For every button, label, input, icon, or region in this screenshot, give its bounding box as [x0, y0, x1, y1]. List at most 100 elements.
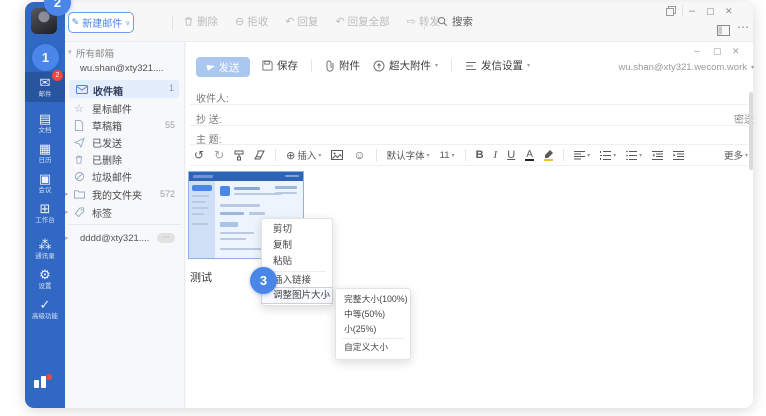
font-size-select[interactable]: 11 ▾ — [440, 150, 455, 161]
item-label: 已删除 — [92, 152, 122, 167]
reply-all-icon: ↶ — [335, 15, 344, 28]
minimize-button[interactable]: – — [689, 6, 695, 16]
reply-all-button[interactable]: ↶ 回复全部 — [335, 14, 389, 29]
screen: ✉ 邮件 ▤ 文档 ▦ 日历 ▣ 会议 ⊞ 工作台 ⁂ 通讯录 ⚙ 设置 ✓ 高 — [0, 0, 766, 416]
close-button[interactable]: ✕ — [725, 6, 733, 16]
expand-icon[interactable]: ▸ — [65, 190, 69, 198]
submenu-item-small[interactable]: 小(25%) — [336, 322, 410, 337]
clear-format-button[interactable] — [254, 150, 265, 160]
more-format-button[interactable]: 更多 ▾ — [724, 148, 748, 162]
save-button[interactable]: 保存 — [262, 58, 298, 73]
highlight-color-button[interactable] — [544, 150, 553, 161]
sidebar-account[interactable]: wu.shan@xty321.... — [80, 63, 164, 74]
reject-button[interactable]: ⊖ 拒收 — [235, 14, 268, 29]
send-settings-button[interactable]: 发信设置 ▾ — [465, 58, 530, 73]
send-settings-label: 发信设置 — [481, 58, 523, 73]
to-input[interactable] — [240, 86, 680, 102]
compose-toolbar-separator — [451, 59, 452, 72]
calendar-icon: ▦ — [25, 142, 65, 156]
submenu-item-custom-size[interactable]: 自定义大小 — [336, 340, 410, 355]
font-family-value: 默认字体 — [387, 148, 425, 162]
rail-item-contacts[interactable]: ⁂ 通讯录 — [25, 238, 65, 261]
sidebar-item-sent[interactable]: 已发送 — [69, 134, 179, 150]
rail-item-label: 工作台 — [25, 217, 65, 225]
font-color-letter: A — [526, 150, 533, 159]
indent-button[interactable] — [673, 151, 684, 160]
float-window-icon[interactable] — [666, 6, 676, 16]
reply-button[interactable]: ↶ 回复 — [285, 14, 318, 29]
chevron-down-icon: ▾ — [427, 152, 430, 159]
subject-input[interactable] — [240, 127, 720, 143]
more-menu-button[interactable]: ⋯ — [737, 22, 749, 32]
emoji-button[interactable]: ☺ — [353, 148, 365, 162]
rail-item-calendar[interactable]: ▦ 日历 — [25, 142, 65, 165]
rail-item-workbench[interactable]: ⊞ 工作台 — [25, 202, 65, 225]
sidebar-item-tags[interactable]: ▸ 标签 — [69, 204, 179, 220]
highlight-pen-icon — [544, 150, 553, 159]
sidebar-item-starred[interactable]: ☆ 星标邮件 — [69, 100, 179, 116]
rail-item-settings[interactable]: ⚙ 设置 — [25, 268, 65, 291]
expand-icon[interactable]: ▸ — [65, 208, 69, 216]
redo-button[interactable]: ↻ — [214, 148, 224, 162]
promo-icon[interactable] — [34, 374, 52, 388]
font-family-select[interactable]: 默认字体 ▾ — [387, 148, 430, 162]
compose-close-button[interactable]: ✕ — [732, 46, 740, 57]
expand-icon[interactable]: ▸ — [65, 234, 69, 242]
delete-button[interactable]: 删除 — [183, 14, 218, 29]
menu-item-cut[interactable]: 剪切 — [262, 222, 332, 238]
sidebar-item-inbox[interactable]: 收件箱 1 — [69, 80, 179, 98]
ordered-list-button[interactable]: ▾ — [600, 151, 616, 160]
font-color-button[interactable]: A — [525, 150, 534, 161]
mail-unread-badge: 2 — [52, 70, 63, 81]
layout-toggle-icon[interactable] — [717, 25, 730, 36]
rail-item-meeting[interactable]: ▣ 会议 — [25, 172, 65, 195]
font-size-value: 11 — [440, 150, 450, 161]
search-button[interactable]: 搜索 — [437, 14, 473, 29]
large-attachment-button[interactable]: 超大附件 ▾ — [373, 58, 438, 73]
secondary-account-badge: ⋯ — [157, 233, 175, 243]
chevron-down-icon: ▾ — [745, 152, 748, 159]
from-account-selector[interactable]: wu.shan@xty321.wecom.work ▾ — [619, 62, 754, 73]
outdent-button[interactable] — [652, 151, 663, 160]
undo-button[interactable]: ↺ — [194, 148, 204, 162]
bullet-list-button[interactable]: ▾ — [626, 151, 642, 160]
send-button[interactable]: 发送 — [196, 57, 250, 77]
font-color-bar — [525, 159, 534, 161]
sidebar-item-spam[interactable]: 垃圾邮件 — [69, 168, 179, 184]
compose-minimize-button[interactable]: – — [694, 46, 700, 57]
rail-item-features[interactable]: ✓ 高级功能 — [25, 298, 65, 321]
insert-menu-button[interactable]: ⊕ 插入 ▾ — [286, 148, 321, 162]
rail-item-label: 邮件 — [25, 91, 65, 99]
new-mail-button[interactable]: ✎ 新建邮件 ∨ — [68, 12, 134, 33]
insert-plus-icon: ⊕ — [286, 149, 295, 162]
bold-button[interactable]: B — [476, 149, 484, 161]
sidebar-item-my-folders[interactable]: ▸ 我的文件夹 572 — [69, 186, 179, 202]
sidebar-item-secondary-account[interactable]: ▸ dddd@xty321.... ⋯ — [69, 230, 179, 246]
menu-item-copy[interactable]: 复制 — [262, 238, 332, 254]
align-button[interactable]: ▾ — [574, 151, 590, 160]
compose-scrollbar[interactable] — [749, 92, 753, 170]
format-painter-button[interactable] — [234, 150, 244, 161]
rail-item-label: 设置 — [25, 283, 65, 291]
italic-button[interactable]: I — [494, 149, 498, 161]
compose-maximize-button[interactable]: ▢ — [713, 46, 722, 57]
sidebar-item-drafts[interactable]: 草稿箱 55 — [69, 117, 179, 133]
collapse-caret-icon[interactable]: ▾ — [68, 48, 72, 56]
underline-button[interactable]: U — [507, 149, 515, 161]
submenu-item-full-size[interactable]: 完整大小(100%) — [336, 292, 410, 307]
menu-divider — [268, 271, 326, 272]
send-label: 发送 — [219, 60, 240, 75]
submenu-item-medium[interactable]: 中等(50%) — [336, 307, 410, 322]
rail-item-docs[interactable]: ▤ 文档 — [25, 112, 65, 135]
attachment-button[interactable]: 附件 — [325, 58, 360, 73]
secondary-account-label: dddd@xty321.... — [80, 233, 149, 244]
chevron-down-icon: ▾ — [639, 152, 642, 159]
insert-image-button[interactable] — [331, 150, 343, 160]
maximize-button[interactable]: ▢ — [706, 6, 715, 16]
sidebar-item-deleted[interactable]: 已删除 — [69, 151, 179, 167]
compose-body-text[interactable]: 测试 — [190, 269, 212, 285]
all-mailboxes-title[interactable]: 所有邮箱 — [76, 46, 114, 60]
cc-input[interactable] — [240, 107, 680, 123]
new-mail-label: 新建邮件 — [82, 15, 122, 30]
menu-item-paste[interactable]: 粘贴 — [262, 254, 332, 270]
